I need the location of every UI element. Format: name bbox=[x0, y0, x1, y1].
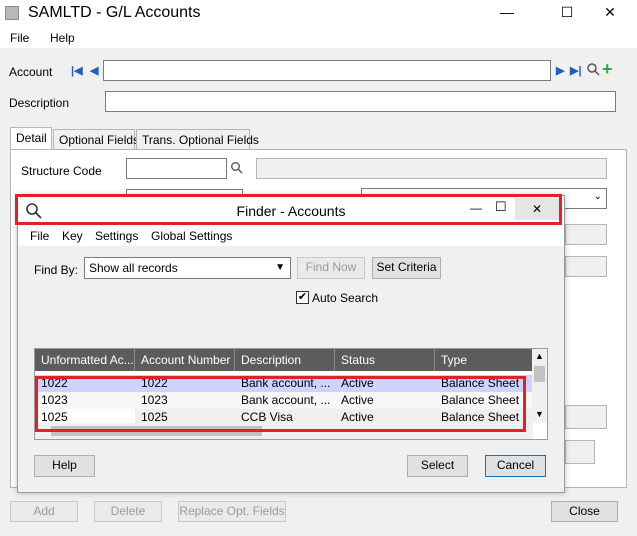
account-label: Account bbox=[9, 65, 53, 79]
menu-help[interactable]: Help bbox=[50, 31, 75, 45]
menu-file[interactable]: File bbox=[10, 31, 29, 45]
scroll-up-icon[interactable]: ▲ bbox=[535, 351, 544, 361]
hidden-field-5 bbox=[565, 440, 595, 464]
description-label: Description bbox=[9, 96, 70, 110]
finder-menu-settings[interactable]: Settings bbox=[95, 229, 138, 243]
close-button[interactable]: Close bbox=[551, 501, 618, 522]
finder-menu-bar: File Key Settings Global Settings bbox=[18, 226, 564, 246]
structure-code-label: Structure Code bbox=[21, 164, 102, 178]
scroll-down-icon[interactable]: ▼ bbox=[535, 409, 544, 419]
first-record-icon[interactable]: |◀ bbox=[71, 64, 83, 77]
find-by-value: Show all records bbox=[89, 261, 178, 275]
cell-type: Balance Sheet bbox=[441, 393, 520, 407]
cell-account-number: 1023 bbox=[141, 393, 168, 407]
column-header-status[interactable]: Status bbox=[335, 349, 435, 371]
grid-header: Unformatted Ac... Account Number Descrip… bbox=[35, 349, 533, 371]
finder-close-button[interactable]: ✕ bbox=[515, 198, 559, 220]
auto-search-label: Auto Search bbox=[312, 291, 379, 305]
horizontal-scroll-thumb[interactable] bbox=[51, 426, 262, 436]
finder-title: Finder - Accounts bbox=[236, 203, 346, 219]
tab-detail[interactable]: Detail bbox=[10, 127, 52, 150]
auto-search-checkbox[interactable]: ✔ bbox=[296, 291, 309, 304]
hidden-field-4 bbox=[565, 405, 607, 429]
search-icon[interactable] bbox=[586, 62, 600, 79]
hidden-field-2 bbox=[565, 224, 607, 245]
finder-title-bar: Finder - Accounts — ☐ ✕ bbox=[18, 196, 564, 226]
structure-code-search-icon[interactable] bbox=[230, 161, 243, 177]
hidden-field-3 bbox=[565, 256, 607, 277]
vertical-scroll-thumb[interactable] bbox=[534, 366, 545, 382]
tab-trans-optional-fields[interactable]: Trans. Optional Fields bbox=[136, 129, 259, 150]
find-by-select[interactable]: Show all records ▼ bbox=[84, 257, 291, 279]
previous-record-icon[interactable]: ◀ bbox=[90, 64, 98, 77]
cell-status: Active bbox=[341, 376, 374, 390]
column-header-account-number[interactable]: Account Number bbox=[135, 349, 235, 371]
finder-maximize-button[interactable]: ☐ bbox=[495, 199, 507, 215]
finder-menu-global-settings[interactable]: Global Settings bbox=[151, 229, 232, 243]
set-criteria-button[interactable]: Set Criteria bbox=[372, 257, 441, 279]
finder-help-button[interactable]: Help bbox=[34, 455, 95, 477]
find-by-label: Find By: bbox=[34, 263, 79, 277]
add-button[interactable]: Add bbox=[10, 501, 78, 522]
column-header-type[interactable]: Type bbox=[435, 349, 533, 371]
close-window-button[interactable]: ✕ bbox=[592, 0, 628, 26]
cell-account-number: 1022 bbox=[141, 376, 168, 390]
chevron-down-icon: ▼ bbox=[275, 262, 285, 273]
replace-opt-fields-button[interactable]: Replace Opt. Fields bbox=[178, 501, 286, 522]
add-icon[interactable]: + bbox=[602, 60, 613, 78]
cell-unformatted: 1023 bbox=[41, 393, 68, 407]
grid-horizontal-scrollbar[interactable] bbox=[35, 423, 533, 439]
finder-menu-key[interactable]: Key bbox=[62, 229, 83, 243]
structure-code-input[interactable] bbox=[126, 158, 227, 179]
finder-minimize-button[interactable]: — bbox=[470, 201, 482, 215]
cell-status: Active bbox=[341, 393, 374, 407]
last-record-icon[interactable]: ▶| bbox=[570, 64, 582, 77]
cell-description: Bank account, ... bbox=[241, 376, 331, 390]
maximize-button[interactable]: ☐ bbox=[549, 0, 585, 26]
app-icon bbox=[5, 6, 19, 20]
accounts-grid: Unformatted Ac... Account Number Descrip… bbox=[34, 348, 548, 440]
minimize-button[interactable]: — bbox=[489, 0, 525, 26]
window-title: SAMLTD - G/L Accounts bbox=[28, 4, 201, 21]
finder-select-button[interactable]: Select bbox=[407, 455, 468, 477]
delete-button[interactable]: Delete bbox=[94, 501, 162, 522]
finder-menu-file[interactable]: File bbox=[30, 229, 49, 243]
next-record-icon[interactable]: ▶ bbox=[556, 64, 564, 77]
table-row[interactable]: 1023 1023 Bank account, ... Active Balan… bbox=[35, 392, 533, 409]
column-header-unformatted[interactable]: Unformatted Ac... bbox=[35, 349, 135, 371]
structure-description-field bbox=[256, 158, 607, 179]
cell-unformatted: 1022 bbox=[41, 376, 68, 390]
cell-type: Balance Sheet bbox=[441, 376, 520, 390]
account-input[interactable] bbox=[103, 60, 551, 81]
menu-bar: File Help bbox=[0, 28, 637, 48]
title-bar: SAMLTD - G/L Accounts — ☐ ✕ bbox=[0, 0, 637, 28]
table-row[interactable]: 1022 1022 Bank account, ... Active Balan… bbox=[35, 375, 533, 392]
tab-optional-fields[interactable]: Optional Fields bbox=[53, 129, 139, 150]
cell-description: Bank account, ... bbox=[241, 393, 331, 407]
finder-dialog: Finder - Accounts — ☐ ✕ File Key Setting… bbox=[15, 194, 565, 493]
finder-cancel-button[interactable]: Cancel bbox=[485, 455, 546, 477]
find-now-button[interactable]: Find Now bbox=[297, 257, 365, 279]
description-input[interactable] bbox=[105, 91, 616, 112]
grid-vertical-scrollbar[interactable]: ▲ ▼ bbox=[532, 349, 547, 423]
column-header-description[interactable]: Description bbox=[235, 349, 335, 371]
